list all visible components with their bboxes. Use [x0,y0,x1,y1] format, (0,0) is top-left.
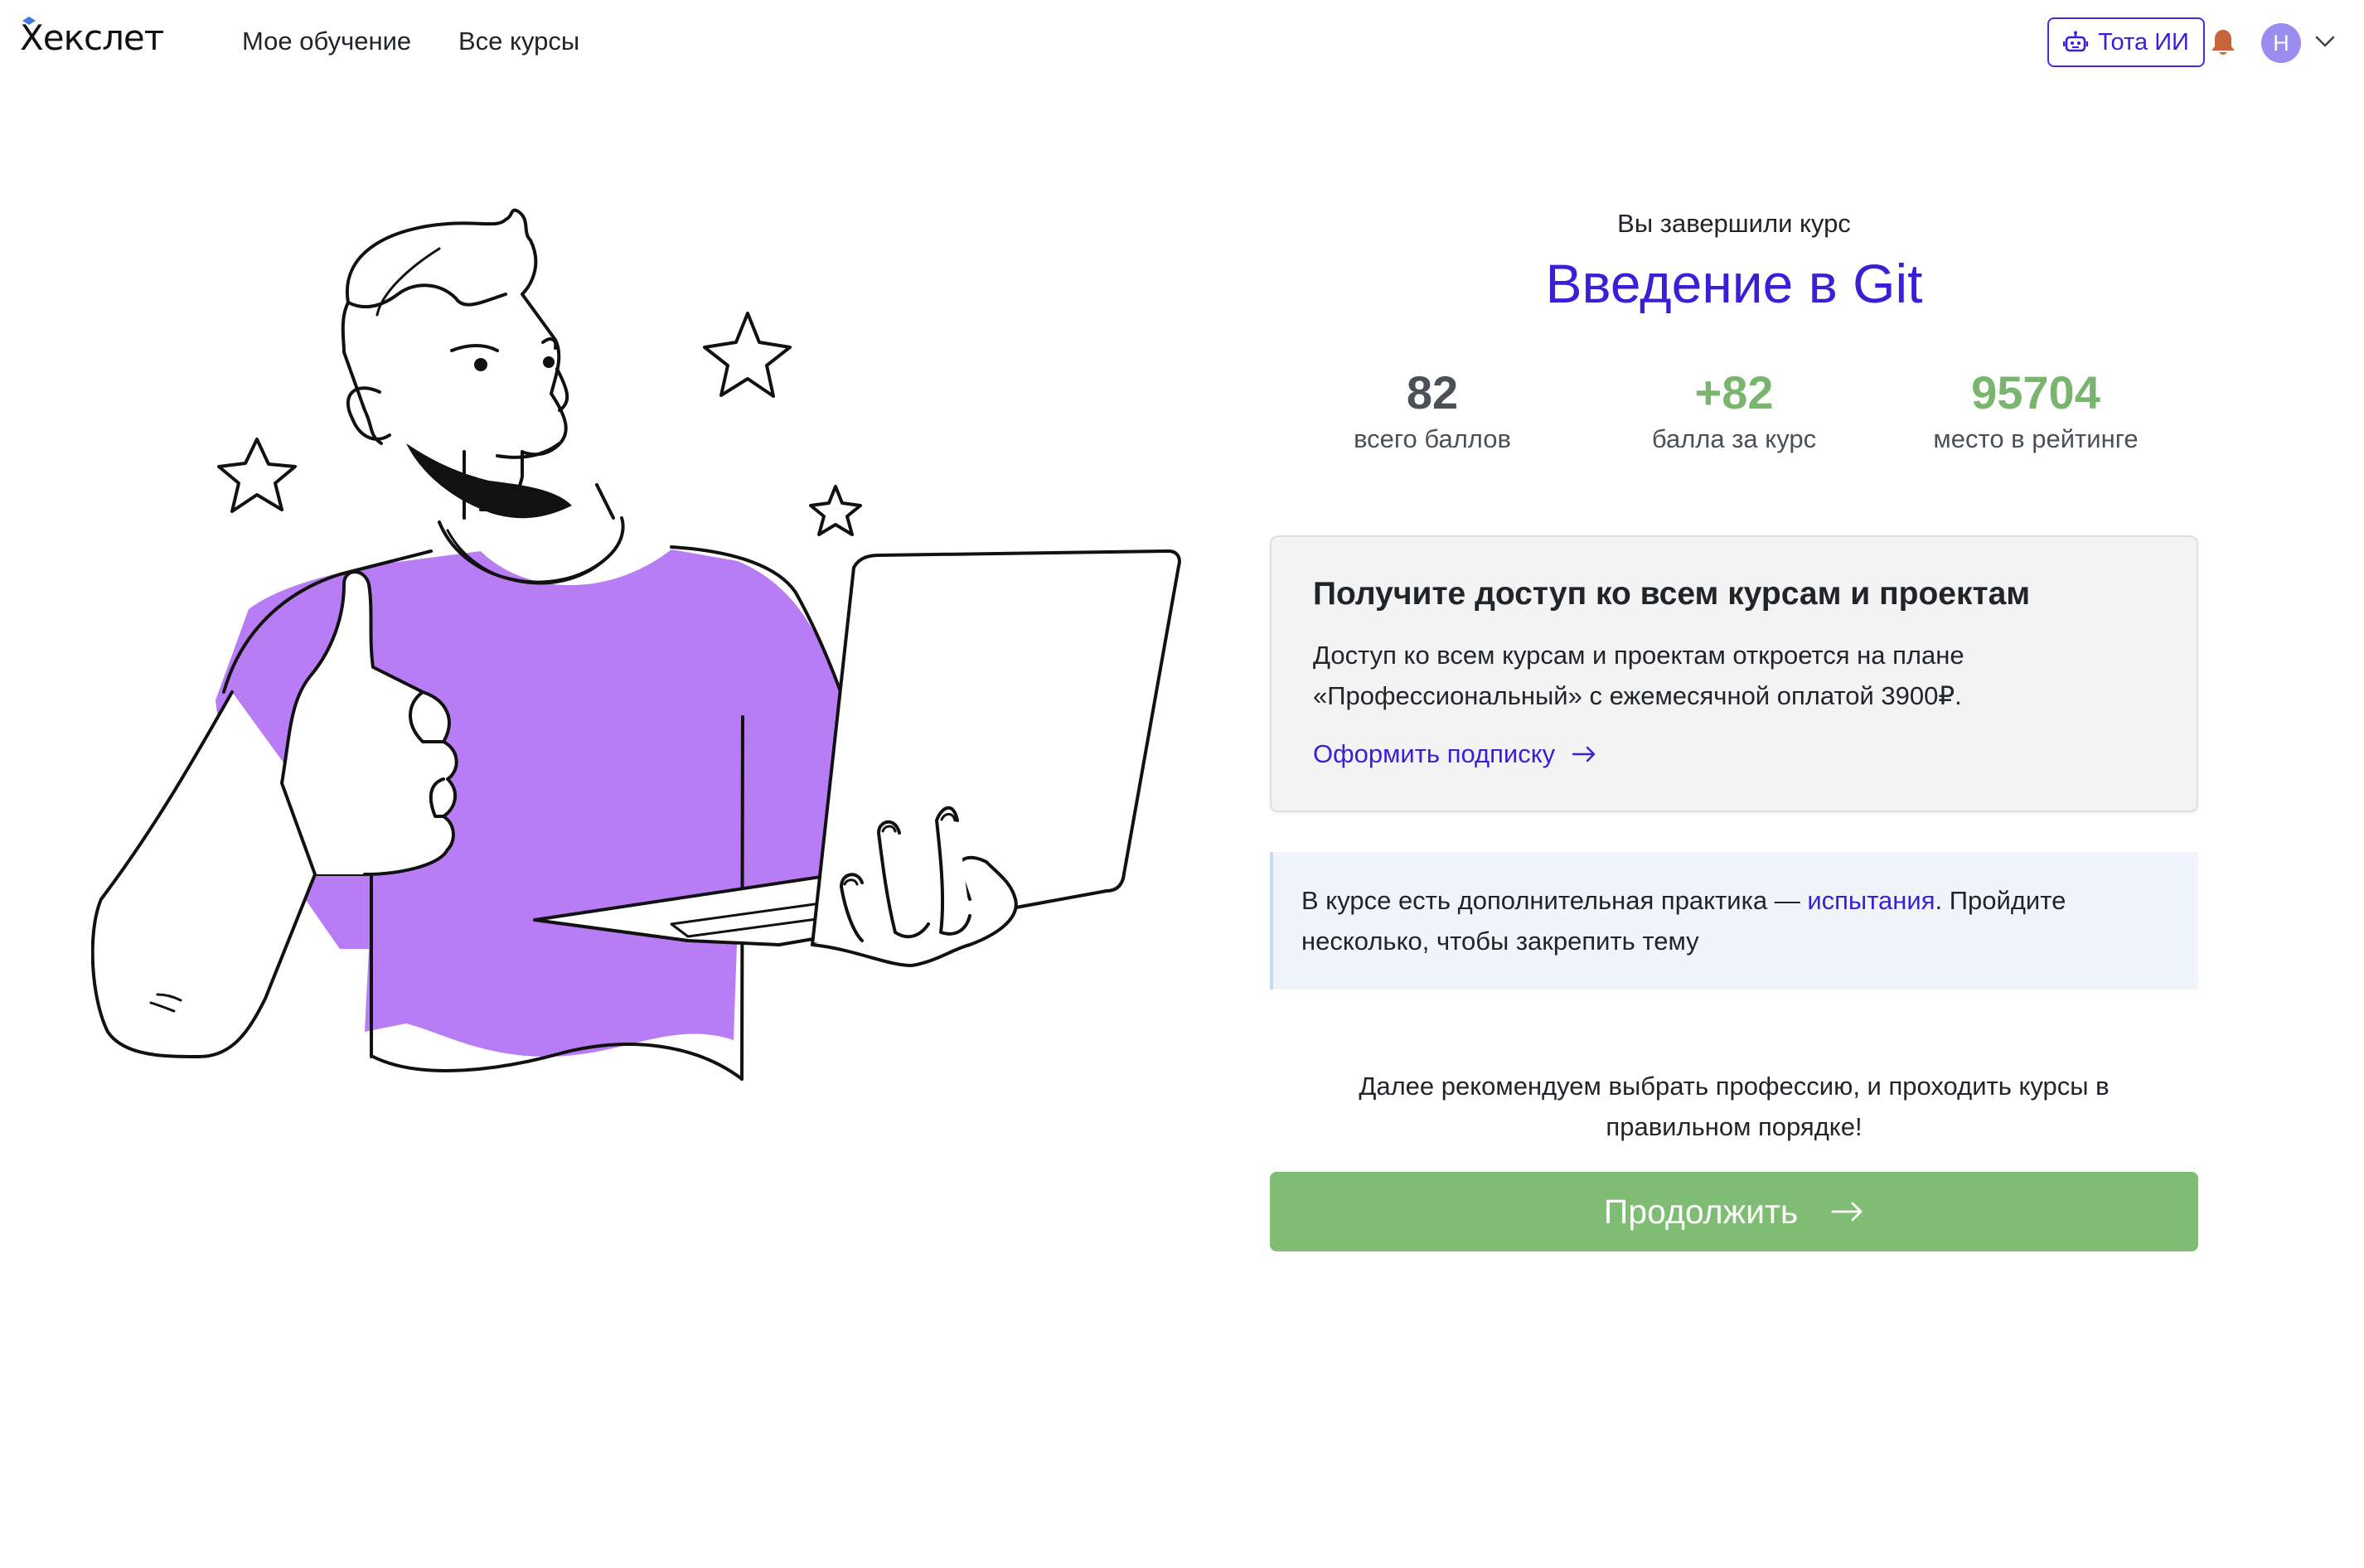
stat-rating-place-value: 95704 [1971,366,2100,419]
top-navbar: Хекслет Мое обучение Все курсы Тота ИИ Н [0,0,2364,86]
completed-label: Вы завершили курс [1617,209,1851,238]
nav-my-learning[interactable]: Мое обучение [242,25,411,58]
stat-total-points: 82 всего баллов [1308,366,1557,456]
course-title: Введение в Git [1545,253,1923,314]
stats-row: 82 всего баллов +82 балла за курс 95704 … [1270,366,2198,456]
stat-rating-place: 95704 место в рейтинге [1911,366,2160,456]
chevron-down-icon[interactable] [2314,33,2336,50]
subscription-card: Получите доступ ко всем курсам и проекта… [1270,535,2198,812]
stat-course-points: +82 балла за курс [1610,366,1858,456]
subscribe-link-label: Оформить подписку [1313,739,1556,768]
continue-button-label: Продолжить [1603,1192,1799,1231]
continue-button[interactable]: Продолжить [1270,1172,2198,1251]
star-icon [703,312,792,398]
subscribe-link[interactable]: Оформить подписку [1313,738,1596,771]
star-icon [217,438,297,513]
bell-icon[interactable] [2210,28,2236,58]
practice-alert: В курсе есть дополнительная практика — и… [1270,852,2198,990]
logo-cap-icon [22,17,36,25]
stat-rating-place-label: место в рейтинге [1933,424,2139,453]
challenges-link[interactable]: испытания [1807,886,1935,915]
hexlet-logo[interactable]: Хекслет [20,15,164,61]
subscription-text: Доступ ко всем курсам и проектам откроет… [1313,641,1964,710]
tota-ai-button[interactable]: Тота ИИ [2047,17,2205,67]
practice-alert-text-before: В курсе есть дополнительная практика — [1301,886,1808,915]
stat-course-points-label: балла за курс [1651,424,1817,453]
stat-total-points-label: всего баллов [1354,424,1511,453]
star-icon [809,485,862,536]
beard-shape [406,443,572,519]
user-avatar[interactable]: Н [2261,23,2301,63]
arrow-right-icon [1831,1202,1863,1222]
tota-ai-label: Тота ИИ [2098,28,2189,56]
stat-total-points-value: 82 [1406,366,1459,419]
logo-text: Хекслет [20,17,164,58]
course-complete-illustration [91,208,1181,1081]
course-completion-panel: Вы завершили курс Введение в Git 82 всег… [1270,207,2198,1251]
recommendation-text: Далее рекомендуем выбрать профессию, и п… [1359,1072,2110,1141]
subscription-title: Получите доступ ко всем курсам и проекта… [1313,576,2031,612]
stat-course-points-value: +82 [1694,366,1774,419]
nav-all-courses[interactable]: Все курсы [458,25,579,58]
arrow-right-icon [1572,746,1596,762]
robot-icon [2063,31,2089,52]
